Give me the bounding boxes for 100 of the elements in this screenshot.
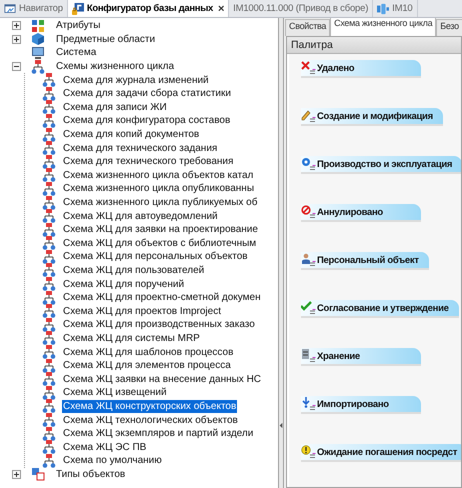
expand-toggle[interactable] <box>12 21 20 30</box>
tree-item[interactable]: Схема ЖЦ технологических объектов <box>62 414 239 427</box>
state-item[interactable]: Производство и эксплуатация <box>301 156 461 174</box>
hierarchy-icon <box>42 386 56 400</box>
tree-item[interactable]: Атрибуты <box>55 19 102 32</box>
pencil-icon <box>301 109 317 123</box>
expand-toggle[interactable] <box>12 34 20 44</box>
tree-item[interactable]: Схема ЖЦ для автоуведомлений <box>62 210 219 223</box>
tree-item[interactable]: Схема для записи ЖИ <box>62 100 168 114</box>
hierarchy-icon <box>42 304 56 318</box>
tree-item[interactable]: Схема для копий документов <box>62 128 200 142</box>
hierarchy-icon <box>42 196 56 210</box>
tree-item[interactable]: Предметные области <box>55 32 156 46</box>
hierarchy-icon <box>42 141 56 156</box>
tree-item[interactable]: Схема для конфигуратора составов <box>62 114 232 128</box>
tree-item[interactable]: Схема ЖЦ для персональных объектов <box>62 250 249 264</box>
cube-icon <box>31 32 45 46</box>
state-item[interactable]: Аннулировано <box>301 204 421 222</box>
tree-item[interactable]: Схемы жизненного цикла <box>55 60 176 74</box>
hierarchy-icon <box>42 236 56 250</box>
hierarchy-icon <box>42 154 56 169</box>
hierarchy-icon <box>42 277 56 292</box>
tree-item[interactable]: Схема для технического задания <box>62 142 218 155</box>
collapse-arrow-icon[interactable] <box>279 422 283 429</box>
hierarchy-icon <box>42 86 56 101</box>
hierarchy-icon <box>42 399 56 414</box>
hierarchy-icon <box>42 440 56 454</box>
hierarchy-icon <box>42 73 56 88</box>
window-icon <box>4 2 16 14</box>
state-item[interactable]: Удалено <box>301 60 421 78</box>
expand-toggle[interactable] <box>12 62 20 72</box>
motor-icon <box>377 2 390 14</box>
hierarchy-icon <box>42 426 56 441</box>
tree-item[interactable]: Схема для задачи сбора статистики <box>62 87 232 100</box>
tree-item[interactable]: Схема жизненного цикла объектов катал <box>62 168 254 182</box>
tree-item[interactable]: Схема ЖЦ для заявки на проектирование <box>62 223 259 236</box>
hierarchy-icon <box>42 345 56 360</box>
tab[interactable]: Свойства <box>285 19 330 36</box>
hierarchy-icon <box>42 182 56 196</box>
tree-item[interactable]: Схема жизненного цикла опубликованны <box>62 182 256 196</box>
grid-icon <box>31 18 45 33</box>
database-lock-icon <box>72 2 84 14</box>
tab[interactable]: Безо <box>436 19 462 36</box>
state-item[interactable]: Ожидание погашения посредст <box>301 444 461 462</box>
close-icon[interactable]: × <box>216 2 224 14</box>
hierarchy-icon <box>42 372 56 386</box>
hierarchy-icon <box>42 318 56 332</box>
tree-item[interactable]: Схема для технического требования <box>62 155 234 168</box>
hierarchy-icon <box>42 454 56 468</box>
hierarchy-icon <box>42 413 56 428</box>
tree-item[interactable]: Схема ЖЦ для системы MRP <box>62 332 201 345</box>
tree-item[interactable]: Схема ЖЦ для элементов процесса <box>62 359 232 372</box>
import-icon <box>301 397 317 411</box>
person-icon <box>301 253 317 267</box>
tab[interactable]: Схема жизненного цикла <box>330 18 436 36</box>
palette-header: Палитра <box>287 37 461 54</box>
hierarchy-icon <box>42 331 56 346</box>
tree-item[interactable]: Схема ЖЦ для пользователей <box>62 264 206 277</box>
hierarchy-icon <box>42 358 56 373</box>
cross-icon <box>301 61 317 75</box>
document-tab[interactable]: IM1000.11.000 (Привод в сборе) <box>229 0 374 17</box>
hierarchy-icon <box>42 263 56 278</box>
state-item[interactable]: Создание и модификация <box>301 108 443 126</box>
state-item[interactable]: Согласование и утверждение <box>301 300 459 318</box>
state-item[interactable]: Хранение <box>301 348 421 366</box>
hierarchy-icon <box>42 100 56 114</box>
tree-item[interactable]: Схема ЖЦ для поручений <box>62 278 186 291</box>
tree-item[interactable]: Схема ЖЦ для проектов Improject <box>62 304 222 318</box>
tree-item[interactable]: Система <box>55 46 98 60</box>
cabinet-icon <box>301 349 317 363</box>
document-tab[interactable]: Навигатор <box>0 0 68 17</box>
tree-item[interactable]: Схема ЖЦ ЭС ПВ <box>62 440 148 454</box>
hierarchy-icon <box>42 168 56 182</box>
prohibited-icon <box>301 205 317 219</box>
types-icon <box>31 467 45 482</box>
document-tab[interactable]: IM10 <box>373 0 418 17</box>
tree-item[interactable]: Схема по умолчанию <box>62 454 163 468</box>
hierarchy-icon <box>42 290 56 305</box>
tree-item[interactable]: Схема ЖЦ извещений <box>62 386 168 400</box>
hierarchy-icon <box>42 114 56 128</box>
tree-item[interactable]: Схема ЖЦ для объектов с библиотечным <box>62 236 258 250</box>
tree-item[interactable]: Схема ЖЦ экземпляров и партий издели <box>62 427 254 440</box>
hierarchy-icon <box>31 60 45 74</box>
state-item[interactable]: Персональный объект <box>301 252 429 270</box>
document-tab[interactable]: Конфигуратор базы данных × <box>68 0 230 17</box>
warning-icon <box>301 445 317 459</box>
tree-item[interactable]: Схема ЖЦ для проектно-сметной докумен <box>62 291 262 304</box>
hierarchy-icon <box>42 250 56 264</box>
state-item[interactable]: Импортировано <box>301 396 421 414</box>
tree-item[interactable]: Схема жизненного цикла публикуемых об <box>62 196 258 210</box>
tree-item[interactable]: Схема ЖЦ заявки на внесение данных НС <box>62 372 262 386</box>
check-icon <box>301 301 317 315</box>
tree-item[interactable]: Схема ЖЦ для шаблонов процессов <box>62 346 234 359</box>
hierarchy-icon <box>42 222 56 237</box>
tree-item[interactable]: Схема для журнала изменений <box>62 74 210 87</box>
tree-item[interactable]: Схема ЖЦ конструкторских объектов <box>62 400 238 413</box>
tree-item[interactable]: Схема ЖЦ для производственных заказо <box>62 318 256 332</box>
hierarchy-icon <box>42 209 56 224</box>
expand-toggle[interactable] <box>12 470 20 479</box>
tree-item[interactable]: Типы объектов <box>55 468 126 481</box>
